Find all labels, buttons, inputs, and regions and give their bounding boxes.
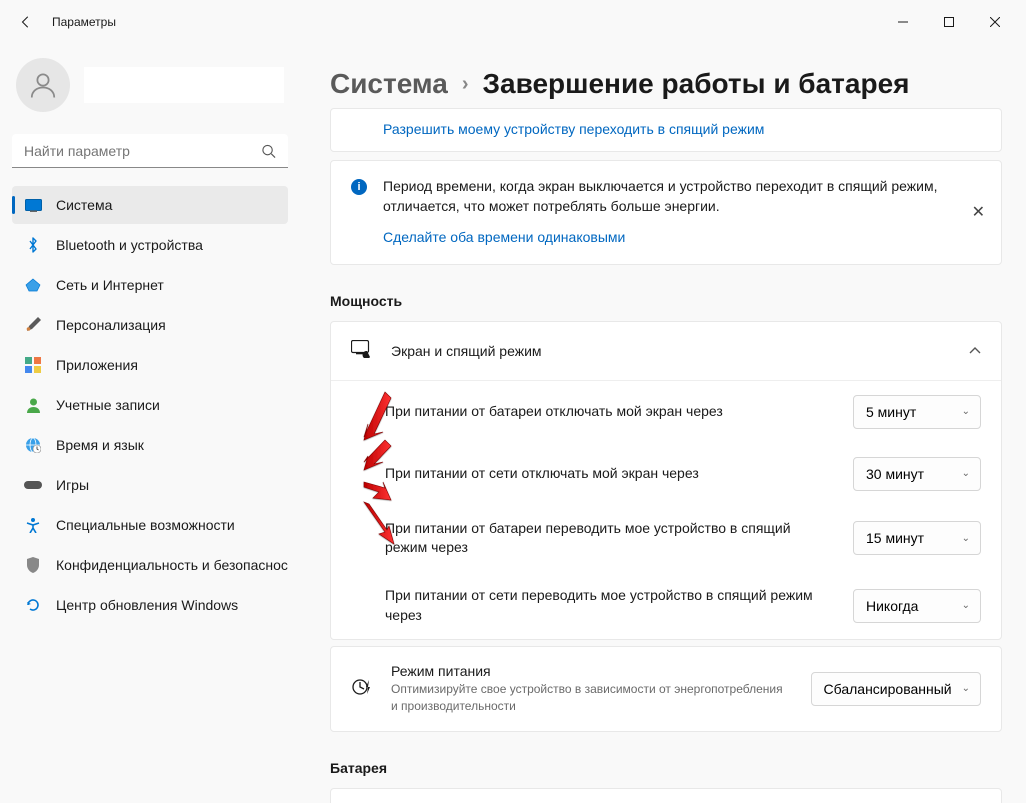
expander-title: Экран и спящий режим xyxy=(391,343,951,359)
nav-list: Система Bluetooth и устройства Сеть и Ин… xyxy=(12,186,288,624)
nav-accessibility[interactable]: Специальные возможности xyxy=(12,506,288,544)
close-icon xyxy=(990,17,1000,27)
search-box[interactable] xyxy=(12,134,288,168)
expander-header[interactable]: Экран и спящий режим xyxy=(331,322,1001,380)
system-icon xyxy=(24,196,42,214)
screen-sleep-expander: Экран и спящий режим При питании от бата… xyxy=(330,321,1002,640)
shield-icon xyxy=(24,556,42,574)
nav-update[interactable]: Центр обновления Windows xyxy=(12,586,288,624)
dropdown-plugged-screen[interactable]: 30 минут ⌄ xyxy=(853,457,981,491)
nav-privacy[interactable]: Конфиденциальность и безопасность xyxy=(12,546,288,584)
nav-personalization[interactable]: Персонализация xyxy=(12,306,288,344)
dropdown-plugged-sleep[interactable]: Никогда ⌄ xyxy=(853,589,981,623)
maximize-icon xyxy=(944,17,954,27)
network-icon xyxy=(24,276,42,294)
nav-bluetooth[interactable]: Bluetooth и устройства xyxy=(12,226,288,264)
setting-battery-screen-off: При питании от батареи отключать мой экр… xyxy=(331,381,1001,443)
nav-label: Центр обновления Windows xyxy=(56,597,238,613)
minimize-button[interactable] xyxy=(880,6,926,38)
avatar xyxy=(16,58,70,112)
close-button[interactable] xyxy=(972,6,1018,38)
back-button[interactable] xyxy=(8,4,44,40)
chevron-down-icon: ⌄ xyxy=(962,468,970,479)
nav-time[interactable]: Время и язык xyxy=(12,426,288,464)
power-mode-card[interactable]: Режим питания Оптимизируйте свое устройс… xyxy=(330,646,1002,732)
info-icon: i xyxy=(351,179,367,195)
nav-apps[interactable]: Приложения xyxy=(12,346,288,384)
search-input[interactable] xyxy=(12,134,288,168)
chevron-down-icon: ⌄ xyxy=(962,533,970,544)
nav-label: Игры xyxy=(56,477,89,493)
nav-network[interactable]: Сеть и Интернет xyxy=(12,266,288,304)
info-close-button[interactable]: ✕ xyxy=(972,202,985,222)
allow-sleep-link[interactable]: Разрешить моему устройству переходить в … xyxy=(383,121,764,137)
nav-label: Персонализация xyxy=(56,317,166,333)
nav-label: Специальные возможности xyxy=(56,517,235,533)
window-title: Параметры xyxy=(52,15,116,29)
power-mode-title: Режим питания xyxy=(391,663,793,679)
settings-body: При питании от батареи отключать мой экр… xyxy=(331,380,1001,639)
dropdown-battery-screen[interactable]: 5 минут ⌄ xyxy=(853,395,981,429)
info-text: Период времени, когда экран выключается … xyxy=(383,177,981,248)
accounts-icon xyxy=(24,396,42,414)
main-content: Система › Завершение работы и батарея Ра… xyxy=(300,44,1026,803)
setting-label: При питании от батареи переводить мое ус… xyxy=(385,519,833,558)
bluetooth-icon xyxy=(24,236,42,254)
search-icon xyxy=(261,144,276,159)
nav-label: Время и язык xyxy=(56,437,144,453)
arrow-left-icon xyxy=(19,15,33,29)
globe-icon xyxy=(24,436,42,454)
setting-label: При питании от батареи отключать мой экр… xyxy=(385,402,833,422)
breadcrumb: Система › Завершение работы и батарея xyxy=(330,44,1002,108)
section-battery: Батарея xyxy=(330,760,1002,776)
apps-icon xyxy=(24,356,42,374)
chevron-up-icon xyxy=(969,347,981,355)
breadcrumb-root[interactable]: Система xyxy=(330,68,448,100)
setting-label: При питании от сети переводить мое устро… xyxy=(385,586,833,625)
nav-label: Учетные записи xyxy=(56,397,160,413)
screen-sleep-icon xyxy=(351,340,373,362)
dropdown-battery-sleep[interactable]: 15 минут ⌄ xyxy=(853,521,981,555)
nav-label: Bluetooth и устройства xyxy=(56,237,203,253)
profile-block[interactable] xyxy=(12,44,288,130)
accessibility-icon xyxy=(24,516,42,534)
gamepad-icon xyxy=(24,476,42,494)
nav-label: Система xyxy=(56,197,112,213)
chevron-down-icon: ⌄ xyxy=(962,683,970,694)
info-box: i Период времени, когда экран выключаетс… xyxy=(330,160,1002,265)
maximize-button[interactable] xyxy=(926,6,972,38)
nav-label: Конфиденциальность и безопасность xyxy=(56,557,288,573)
nav-label: Приложения xyxy=(56,357,138,373)
section-power: Мощность xyxy=(330,293,1002,309)
chevron-down-icon: ⌄ xyxy=(962,600,970,611)
update-icon xyxy=(24,596,42,614)
nav-system[interactable]: Система xyxy=(12,186,288,224)
profile-info xyxy=(84,67,284,103)
chevron-down-icon: ⌄ xyxy=(962,406,970,417)
chevron-right-icon: › xyxy=(462,73,469,96)
info-action-link[interactable]: Сделайте оба времени одинаковыми xyxy=(383,228,625,248)
page-title: Завершение работы и батарея xyxy=(483,68,910,100)
setting-plugged-sleep: При питании от сети переводить мое устро… xyxy=(331,572,1001,639)
nav-label: Сеть и Интернет xyxy=(56,277,164,293)
dropdown-power-mode[interactable]: Сбалансированный ⌄ xyxy=(811,672,981,706)
allow-sleep-card: Разрешить моему устройству переходить в … xyxy=(330,108,1002,152)
power-mode-icon xyxy=(351,678,373,700)
minimize-icon xyxy=(898,17,908,27)
setting-plugged-screen-off: При питании от сети отключать мой экран … xyxy=(331,443,1001,505)
person-icon xyxy=(28,70,58,100)
battery-saver-card[interactable]: Экономия заряда Продлите время работы ба… xyxy=(330,788,1002,803)
setting-battery-sleep: При питании от батареи переводить мое ус… xyxy=(331,505,1001,572)
nav-accounts[interactable]: Учетные записи xyxy=(12,386,288,424)
nav-games[interactable]: Игры xyxy=(12,466,288,504)
power-mode-sub: Оптимизируйте свое устройство в зависимо… xyxy=(391,681,793,715)
paintbrush-icon xyxy=(24,316,42,334)
sidebar: Система Bluetooth и устройства Сеть и Ин… xyxy=(0,44,300,803)
setting-label: При питании от сети отключать мой экран … xyxy=(385,464,833,484)
